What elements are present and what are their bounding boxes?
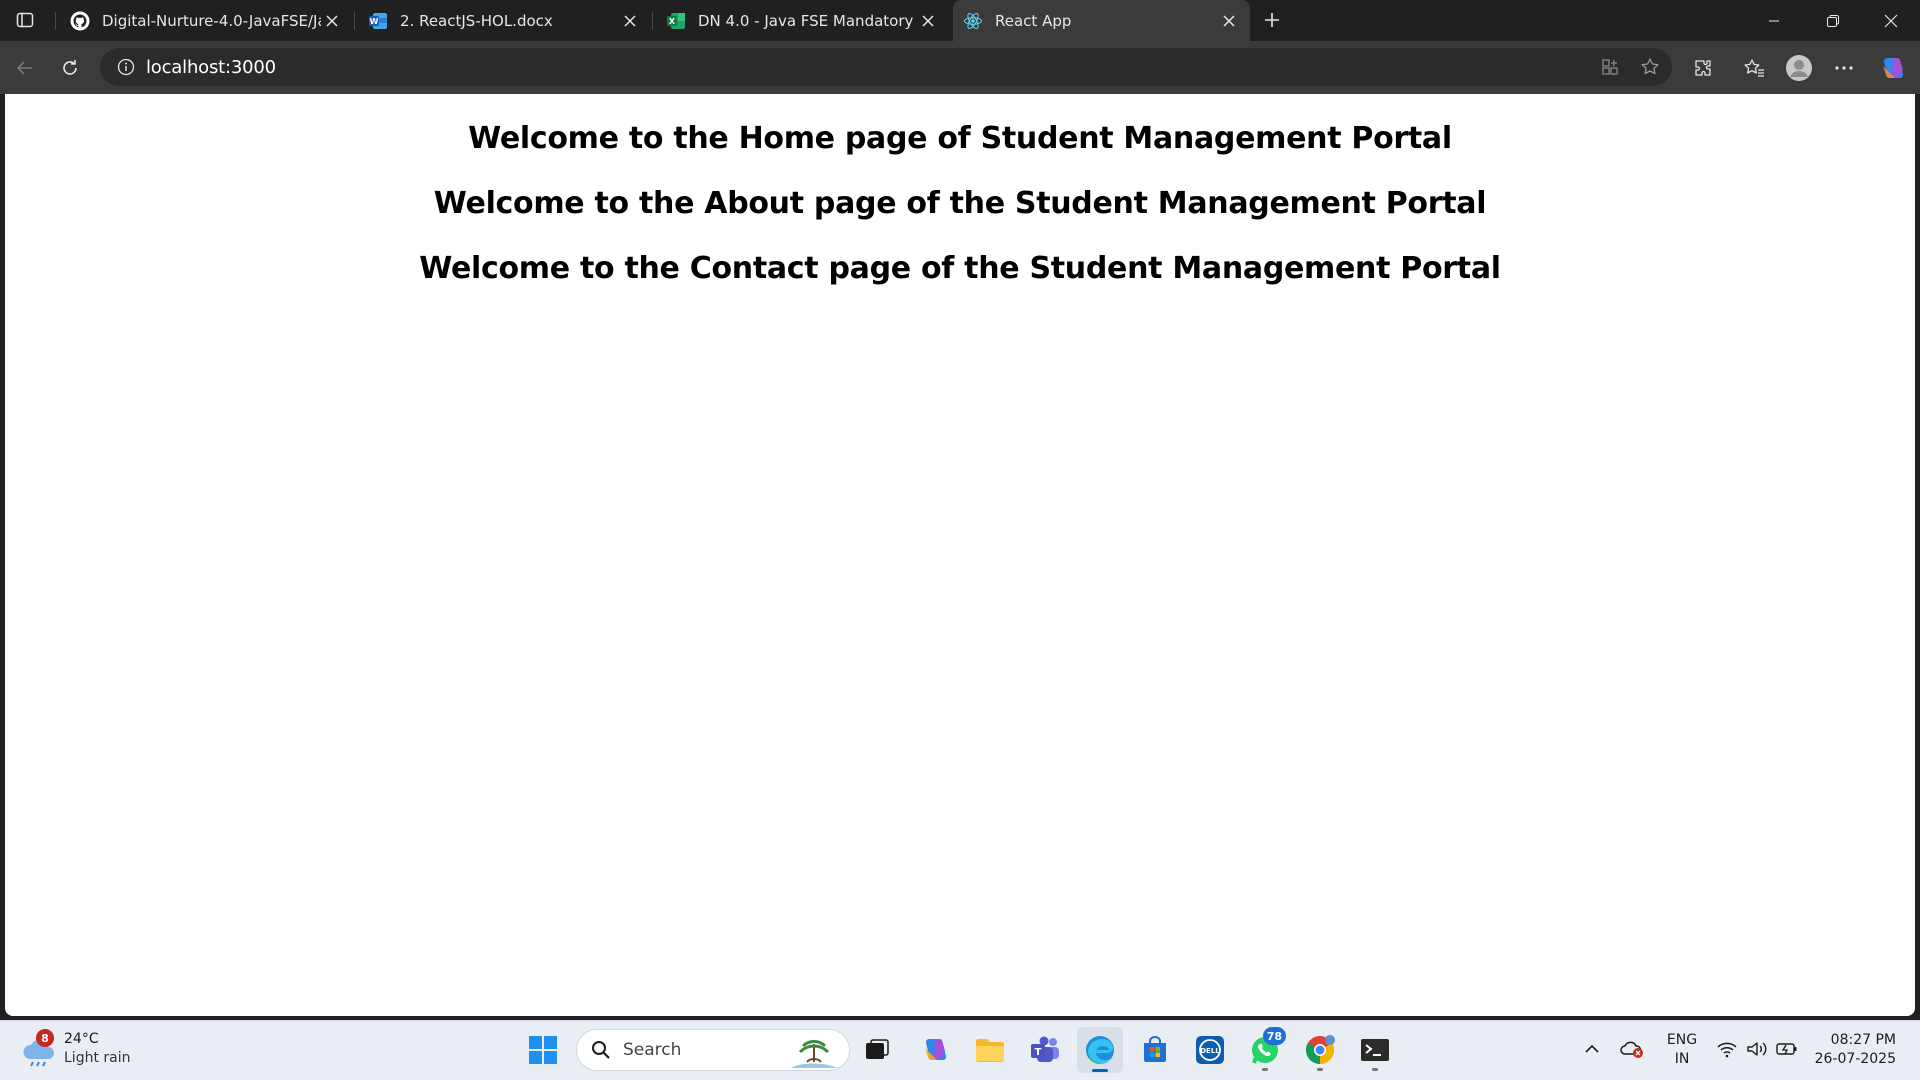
address-bar[interactable]: localhost:3000	[100, 48, 1672, 86]
close-window-button[interactable]	[1862, 0, 1920, 41]
weather-cloud-icon: 8	[20, 1029, 60, 1069]
close-icon[interactable]	[619, 10, 641, 32]
github-icon	[70, 11, 90, 31]
weather-widget[interactable]: 8 24°C Light rain	[20, 1029, 131, 1069]
react-icon	[963, 11, 983, 31]
chevron-up-icon[interactable]	[1578, 1035, 1606, 1063]
close-icon[interactable]	[917, 10, 939, 32]
weather-condition: Light rain	[64, 1050, 131, 1066]
tab-word-doc[interactable]: W 2. ReactJS-HOL.docx	[358, 2, 651, 39]
profile-avatar[interactable]	[1782, 51, 1816, 85]
refresh-button[interactable]	[53, 51, 87, 85]
chrome-icon[interactable]	[1297, 1027, 1343, 1073]
whatsapp-icon[interactable]: 78	[1242, 1027, 1288, 1073]
task-view-button[interactable]	[854, 1027, 900, 1073]
close-icon[interactable]	[1218, 10, 1240, 32]
browser-toolbar: localhost:3000	[0, 41, 1920, 94]
back-button[interactable]	[8, 51, 42, 85]
home-heading: Welcome to the Home page of Student Mana…	[468, 121, 1452, 156]
tab-title: React App	[995, 11, 1072, 30]
language-line2: IN	[1674, 1051, 1690, 1067]
more-options-icon[interactable]	[1827, 51, 1861, 85]
svg-text:T: T	[1035, 1047, 1042, 1058]
app-available-icon[interactable]	[1594, 52, 1626, 82]
tab-separator	[354, 12, 355, 30]
terminal-icon[interactable]	[1352, 1027, 1398, 1073]
tab-title: Digital-Nurture-4.0-JavaFSE/Java	[102, 11, 321, 30]
svg-text:DELL: DELL	[1200, 1047, 1220, 1055]
onedrive-error-icon[interactable]	[1618, 1035, 1646, 1063]
whatsapp-badge: 78	[1262, 1027, 1286, 1045]
close-icon[interactable]	[321, 10, 343, 32]
running-indicator	[1317, 1068, 1323, 1071]
excel-icon: X	[666, 11, 686, 31]
minimize-button[interactable]	[1745, 0, 1803, 41]
copilot-taskbar-icon[interactable]	[912, 1027, 958, 1073]
running-indicator	[1262, 1068, 1268, 1071]
tab-github[interactable]: Digital-Nurture-4.0-JavaFSE/Java	[60, 2, 353, 39]
weather-badge: 8	[36, 1029, 54, 1047]
copilot-icon[interactable]	[1876, 51, 1910, 85]
microsoft-store-icon[interactable]	[1132, 1027, 1178, 1073]
dell-icon[interactable]: DELL	[1187, 1027, 1233, 1073]
weather-temp: 24°C	[64, 1031, 99, 1047]
new-tab-button[interactable]	[1256, 6, 1288, 34]
volume-icon[interactable]	[1743, 1035, 1771, 1063]
active-indicator	[1092, 1069, 1108, 1072]
teams-icon[interactable]: T	[1022, 1027, 1068, 1073]
site-info-icon[interactable]	[106, 48, 146, 86]
language-line1: ENG	[1666, 1032, 1698, 1048]
contact-heading: Welcome to the Contact page of the Stude…	[419, 251, 1501, 286]
search-icon	[592, 1041, 610, 1059]
svg-text:X: X	[669, 17, 676, 26]
running-indicator	[1372, 1068, 1378, 1071]
svg-text:W: W	[370, 17, 379, 26]
favorites-button[interactable]	[1737, 51, 1771, 85]
language-indicator[interactable]: ENG IN	[1664, 1031, 1700, 1069]
word-icon: W	[368, 11, 388, 31]
address-text[interactable]: localhost:3000	[146, 57, 276, 78]
tab-title: DN 4.0 - Java FSE Mandatory han	[698, 11, 917, 30]
wifi-icon[interactable]	[1713, 1035, 1741, 1063]
restore-button[interactable]	[1804, 0, 1862, 41]
page-viewport: Welcome to the Home page of Student Mana…	[5, 94, 1915, 1016]
extensions-button[interactable]	[1686, 51, 1720, 85]
tab-react-app[interactable]: React App	[953, 0, 1250, 41]
edge-browser-icon[interactable]	[1077, 1027, 1123, 1073]
tab-separator	[652, 12, 653, 30]
taskbar: 8 24°C Light rain Search T DELL 78 ENG I…	[0, 1020, 1920, 1080]
search-highlight-icon	[791, 1040, 837, 1068]
tab-actions-icon[interactable]	[8, 6, 42, 34]
about-heading: Welcome to the About page of the Student…	[433, 186, 1487, 221]
tab-strip: Digital-Nurture-4.0-JavaFSE/Java W 2. Re…	[0, 0, 1920, 41]
search-placeholder: Search	[623, 1040, 682, 1060]
system-clock[interactable]: 08:27 PM 26-07-2025	[1812, 1031, 1896, 1069]
tab-separator	[55, 12, 56, 30]
file-explorer-icon[interactable]	[967, 1027, 1013, 1073]
favorite-star-icon[interactable]	[1634, 52, 1666, 82]
clock-date: 26-07-2025	[1814, 1051, 1896, 1067]
tab-title: 2. ReactJS-HOL.docx	[400, 11, 553, 30]
tab-excel-sheet[interactable]: X DN 4.0 - Java FSE Mandatory han	[656, 2, 949, 39]
clock-time: 08:27 PM	[1830, 1032, 1896, 1048]
start-button[interactable]	[520, 1027, 566, 1073]
battery-icon[interactable]	[1773, 1035, 1801, 1063]
taskbar-search[interactable]: Search	[576, 1029, 850, 1071]
